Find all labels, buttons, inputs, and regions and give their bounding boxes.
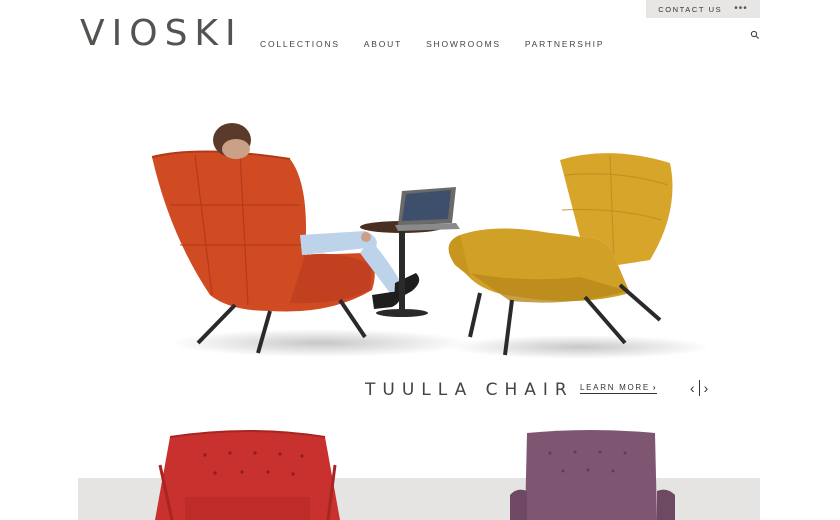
hero-product-title: TUULLA CHAIR <box>365 380 574 400</box>
chevron-right-icon: › <box>652 383 658 392</box>
slider-controls: ‹ › <box>690 380 708 396</box>
purple-chair-image[interactable] <box>505 425 680 520</box>
nav-item-partnership[interactable]: PARTNERSHIP <box>525 39 604 49</box>
hero-caption: TUULLA CHAIR <box>365 380 574 400</box>
prev-arrow-icon[interactable]: ‹ <box>690 380 695 396</box>
slider-divider <box>698 380 700 396</box>
nav-item-about[interactable]: ABOUT <box>364 39 402 49</box>
nav-item-showrooms[interactable]: SHOWROOMS <box>426 39 501 49</box>
nav-item-collections[interactable]: COLLECTIONS <box>260 39 340 49</box>
learn-more-label: LEARN MORE <box>580 383 650 392</box>
learn-more-link[interactable]: LEARN MORE › <box>580 383 658 394</box>
red-chair-image[interactable] <box>150 425 350 520</box>
search-icon[interactable] <box>750 30 760 40</box>
next-arrow-icon[interactable]: › <box>704 380 709 396</box>
contact-us-link[interactable]: CONTACT US <box>658 5 722 14</box>
mustard-chair <box>448 153 673 356</box>
brand-logo[interactable]: VIOSKI <box>80 14 243 54</box>
more-dots-icon[interactable]: ••• <box>734 4 748 14</box>
contact-bar: CONTACT US ••• <box>646 0 760 18</box>
main-nav: COLLECTIONS ABOUT SHOWROOMS PARTNERSHIP <box>260 39 628 49</box>
hero-image <box>151 123 710 359</box>
orange-chair <box>151 150 375 354</box>
